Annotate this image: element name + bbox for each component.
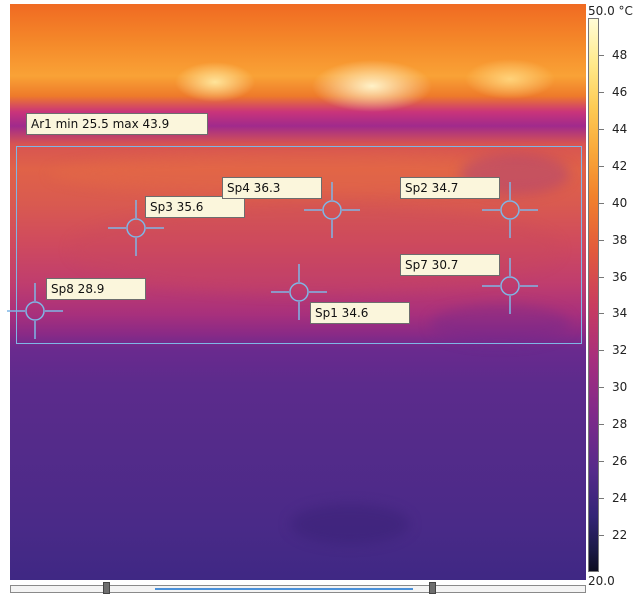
scale-tick-label: 46 [612,84,628,99]
scale-tick [599,350,604,352]
scale-tick [599,424,604,426]
scale-tick-label: 42 [612,158,628,173]
spot-label-sp8: Sp8 28.9 [46,278,146,300]
temperature-scale-bar [588,18,599,572]
scale-min-label: 20.0 [588,574,615,588]
scale-tick [599,239,604,241]
scale-tick-label: 40 [612,195,628,210]
scale-max-label: 50.0 °C [588,4,633,18]
scale-tick [599,128,604,130]
spot-label-sp1: Sp1 34.6 [310,302,410,324]
horizontal-scrollbar[interactable] [10,582,586,594]
scale-tick-label: 28 [612,417,628,432]
scrollbar-range[interactable] [155,588,413,590]
scale-tick-label: 38 [612,232,628,247]
scale-tick [599,202,604,204]
scale-tick [599,276,604,278]
scale-tick-label: 24 [612,491,628,506]
scrollbar-left-handle[interactable] [103,582,110,594]
scale-tick-label: 32 [612,343,628,358]
scale-tick [599,313,604,315]
scrollbar-right-handle[interactable] [429,582,436,594]
scale-tick [599,387,604,389]
scale-tick [599,498,604,500]
scale-tick [599,54,604,56]
scale-tick-label: 36 [612,269,628,284]
scale-tick-label: 30 [612,380,628,395]
scale-tick [599,535,604,537]
spot-label-sp7: Sp7 30.7 [400,254,500,276]
scale-tick [599,91,604,93]
scale-tick-label: 34 [612,306,628,321]
scale-tick [599,461,604,463]
scale-tick-label: 26 [612,454,628,469]
spot-label-sp4: Sp4 36.3 [222,177,322,199]
scale-tick-label: 22 [612,528,628,543]
scale-tick-label: 48 [612,47,628,62]
scale-tick-label: 44 [612,121,628,136]
spot-label-sp2: Sp2 34.7 [400,177,500,199]
scale-tick [599,165,604,167]
area-label-ar1: Ar1 min 25.5 max 43.9 [26,113,208,135]
spot-label-sp3: Sp3 35.6 [145,196,245,218]
